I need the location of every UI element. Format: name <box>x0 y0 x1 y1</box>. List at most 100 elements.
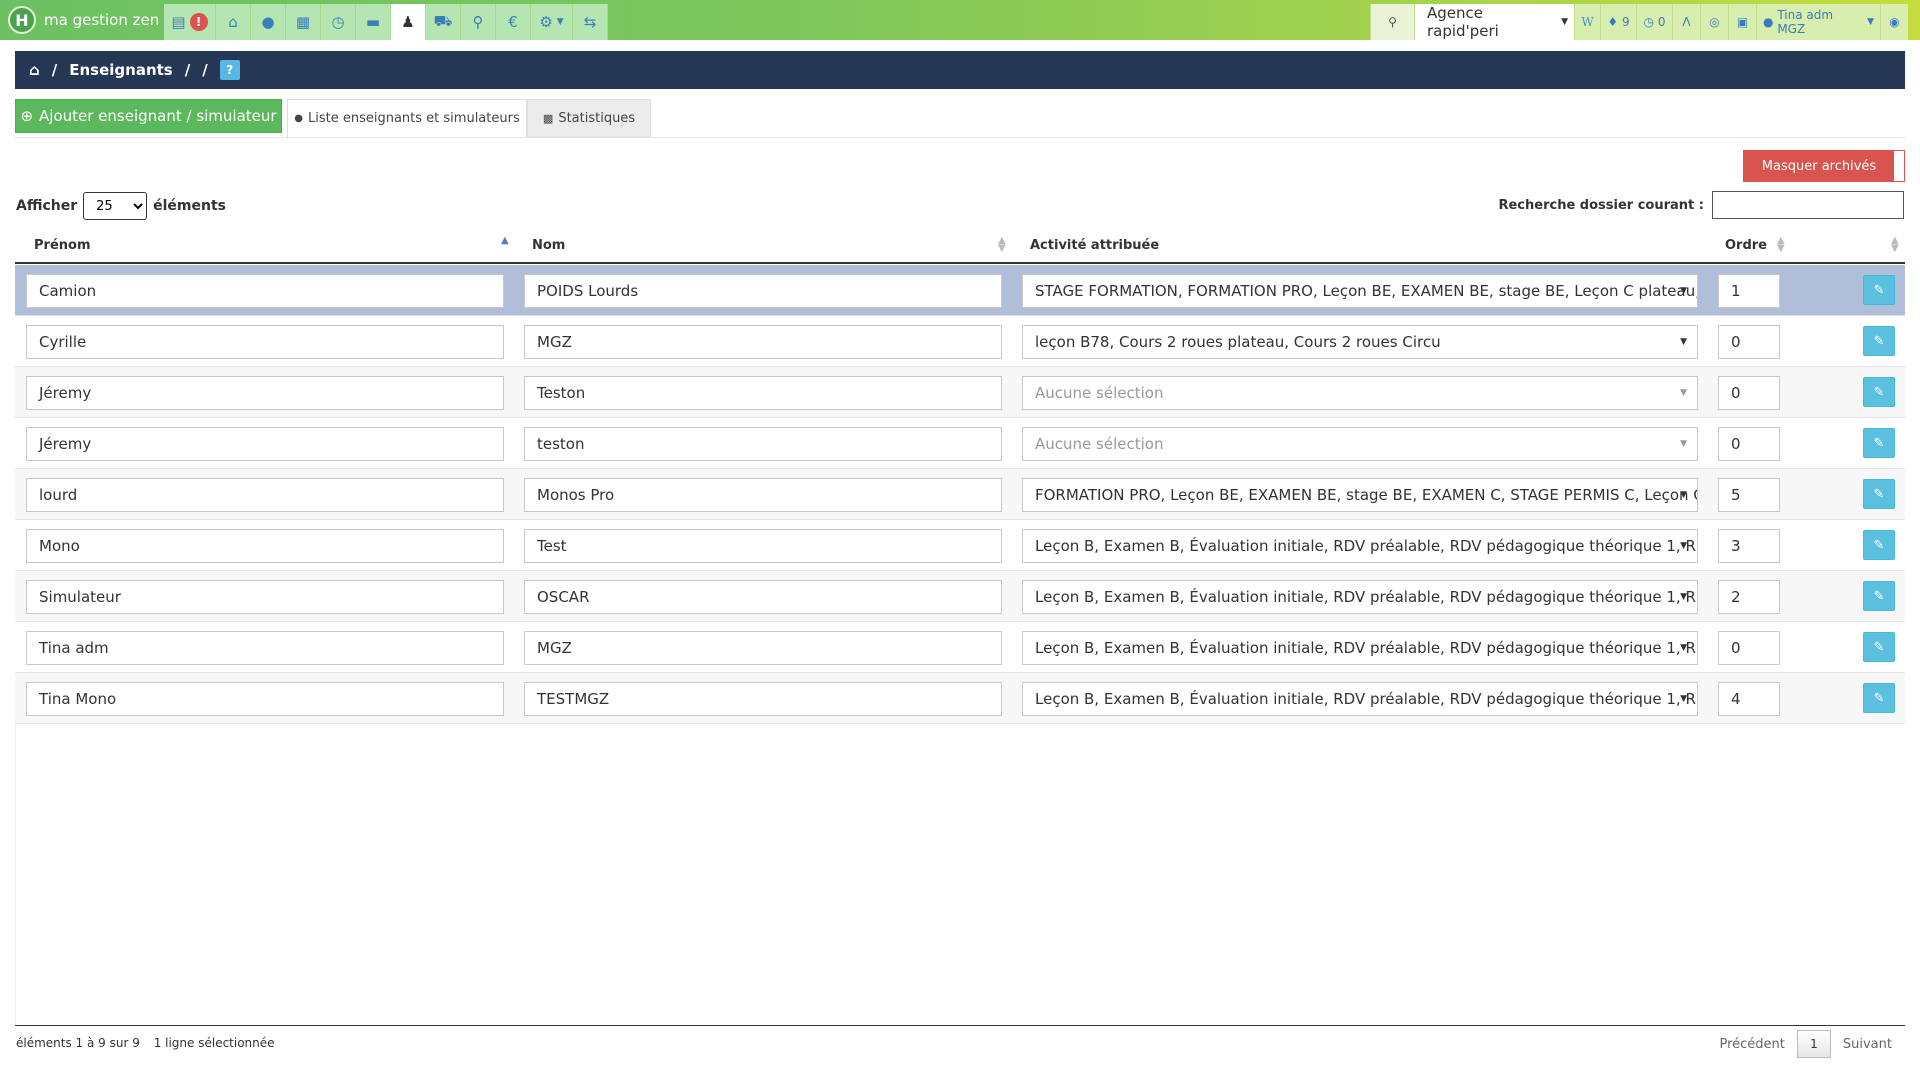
clock-nav-button[interactable]: ◷ <box>321 4 356 40</box>
edit-button[interactable]: ✎ <box>1863 581 1895 611</box>
agency-select[interactable]: Agence rapid'peri ▼ <box>1414 4 1574 40</box>
nom-input[interactable]: MGZ <box>524 631 1002 665</box>
ordre-input[interactable]: 0 <box>1718 325 1780 359</box>
search-input[interactable] <box>1712 191 1904 219</box>
prenom-input[interactable]: Cyrille <box>26 325 504 359</box>
table-row[interactable]: lourd Monos Pro FORMATION PRO, Leçon BE, E… <box>15 469 1905 520</box>
table-row[interactable]: Simulateur OSCAR Leçon B, Examen B, Évalua… <box>15 571 1905 622</box>
activity-select[interactable]: STAGE FORMATION, FORMATION PRO, Leçon BE… <box>1022 274 1698 308</box>
home-icon[interactable]: ⌂ <box>29 61 40 79</box>
edit-button[interactable]: ✎ <box>1863 377 1895 407</box>
ordre-input[interactable]: 3 <box>1718 529 1780 563</box>
column-header-activite[interactable]: Activité attribuée <box>1030 228 1710 262</box>
ordre-input[interactable]: 0 <box>1718 427 1780 461</box>
calendar-nav-button[interactable]: ▦ <box>286 4 321 40</box>
user-menu[interactable]: ● Tina adm MGZ ▼ <box>1756 4 1880 40</box>
edit-button[interactable]: ✎ <box>1863 326 1895 356</box>
home-nav-button[interactable]: ⌂ <box>216 4 251 40</box>
ordre-input[interactable]: 2 <box>1718 580 1780 614</box>
help-icon[interactable]: ? <box>219 60 240 80</box>
notifications-button[interactable]: ♦ 9 <box>1600 4 1636 40</box>
nom-input[interactable]: OSCAR <box>524 580 1002 614</box>
table-row[interactable]: Tina Mono TESTMGZ Leçon B, Examen B, Évalu… <box>15 673 1905 724</box>
table-row[interactable]: Cyrille MGZ leçon B78, Cours 2 roues plate… <box>15 316 1905 367</box>
column-header-ordre[interactable]: Ordre <box>1725 228 1845 262</box>
locations-nav-button[interactable]: ⚲ <box>461 4 496 40</box>
next-page-button[interactable]: Suivant <box>1843 1037 1892 1052</box>
timers-button[interactable]: ◷ 0 <box>1636 4 1672 40</box>
activity-select-value: leçon B78, Cours 2 roues plateau, Cours … <box>1035 333 1441 351</box>
road-button[interactable]: Λ <box>1672 4 1700 40</box>
settings-nav-button[interactable]: ⚙ ▼ <box>531 4 573 40</box>
map-marker-icon: ⚲ <box>1388 15 1397 29</box>
activity-select[interactable]: Leçon B, Examen B, Évaluation initiale, … <box>1022 529 1698 563</box>
previous-page-button[interactable]: Précédent <box>1719 1037 1784 1052</box>
prenom-input[interactable]: Mono <box>26 529 504 563</box>
activity-select[interactable]: leçon B78, Cours 2 roues plateau, Cours … <box>1022 325 1698 359</box>
tab-teacher-list[interactable]: ● Liste enseignants et simulateurs <box>287 99 527 137</box>
nom-input[interactable]: Test <box>524 529 1002 563</box>
prenom-input[interactable]: Jéremy <box>26 427 504 461</box>
page-length-select[interactable]: 25 <box>83 192 148 220</box>
ordre-input[interactable]: 5 <box>1718 478 1780 512</box>
edit-button[interactable]: ✎ <box>1863 530 1895 560</box>
prenom-input[interactable]: Tina adm <box>26 631 504 665</box>
activity-select[interactable]: Leçon B, Examen B, Évaluation initiale, … <box>1022 631 1698 665</box>
nom-input[interactable]: teston <box>524 427 1002 461</box>
activity-select[interactable]: FORMATION PRO, Leçon BE, EXAMEN BE, stag… <box>1022 478 1698 512</box>
table-row[interactable]: Camion POIDS Lourds STAGE FORMATION, FORMA… <box>15 265 1905 316</box>
prenom-input[interactable]: Simulateur <box>26 580 504 614</box>
nom-input[interactable]: TESTMGZ <box>524 682 1002 716</box>
payment-nav-button[interactable]: ▬ <box>356 4 391 40</box>
app-logo[interactable]: H ma gestion zen <box>8 6 159 34</box>
page-button-current[interactable]: 1 <box>1796 1030 1831 1058</box>
tab-statistics[interactable]: ▩ Statistiques <box>527 99 651 137</box>
table-row[interactable]: Jéremy teston Aucune sélection ▼ 0 ✎ <box>15 418 1905 469</box>
edit-button[interactable]: ✎ <box>1863 683 1895 713</box>
news-alerts-button[interactable]: ▤ ! <box>164 4 216 40</box>
activity-select[interactable]: Leçon B, Examen B, Évaluation initiale, … <box>1022 580 1698 614</box>
table-row[interactable]: Jéremy Teston Aucune sélection ▼ 0 ✎ <box>15 367 1905 418</box>
w-button[interactable]: W <box>1574 4 1600 40</box>
nom-input[interactable]: Teston <box>524 376 1002 410</box>
table-row[interactable]: Mono Test Leçon B, Examen B, Évaluation in… <box>15 520 1905 571</box>
nom-input[interactable]: MGZ <box>524 325 1002 359</box>
table-row[interactable]: Tina adm MGZ Leçon B, Examen B, Évaluation… <box>15 622 1905 673</box>
breadcrumb-section[interactable]: Enseignants <box>69 61 172 79</box>
add-teacher-button[interactable]: ⊕ Ajouter enseignant / simulateur <box>15 99 282 133</box>
prenom-input[interactable]: Tina Mono <box>26 682 504 716</box>
hide-archived-button[interactable]: Masquer archivés <box>1743 150 1905 182</box>
top-navbar: H ma gestion zen ▤ ! ⌂ ● ▦ ◷ ▬ ♟ ⛟ ⚲ € ⚙… <box>0 0 1920 40</box>
support-button[interactable]: ◎ <box>1700 4 1728 40</box>
students-nav-button[interactable]: ● <box>251 4 286 40</box>
notifications-count: 9 <box>1621 15 1630 29</box>
finance-nav-button[interactable]: € <box>496 4 531 40</box>
column-header-nom[interactable]: Nom <box>532 228 1022 262</box>
vehicles-nav-button[interactable]: ⛟ <box>426 4 461 40</box>
edit-button[interactable]: ✎ <box>1863 632 1895 662</box>
chat-button[interactable]: ◉ <box>1880 4 1908 40</box>
random-nav-button[interactable]: ⇆ <box>573 4 608 40</box>
ordre-input[interactable]: 0 <box>1718 631 1780 665</box>
activity-select[interactable]: Aucune sélection ▼ <box>1022 427 1698 461</box>
edit-button[interactable]: ✎ <box>1863 275 1895 305</box>
agency-location-button[interactable]: ⚲ <box>1370 4 1414 40</box>
gears-icon: ⚙ <box>539 13 553 31</box>
plus-circle-icon: ⊕ <box>20 107 34 125</box>
camera-button[interactable]: ▣ <box>1728 4 1756 40</box>
prenom-input[interactable]: Camion <box>26 274 504 308</box>
edit-button[interactable]: ✎ <box>1863 428 1895 458</box>
activity-select[interactable]: Aucune sélection ▼ <box>1022 376 1698 410</box>
edit-button[interactable]: ✎ <box>1863 479 1895 509</box>
column-header-prenom[interactable]: Prénom <box>34 228 524 262</box>
ordre-input[interactable]: 4 <box>1718 682 1780 716</box>
prenom-input[interactable]: lourd <box>26 478 504 512</box>
activity-select[interactable]: Leçon B, Examen B, Évaluation initiale, … <box>1022 682 1698 716</box>
ordre-input[interactable]: 0 <box>1718 376 1780 410</box>
nom-input[interactable]: POIDS Lourds <box>524 274 1002 308</box>
prenom-input[interactable]: Jéremy <box>26 376 504 410</box>
table-footer-line <box>15 1025 1905 1026</box>
teachers-nav-button[interactable]: ♟ <box>391 4 426 40</box>
nom-input[interactable]: Monos Pro <box>524 478 1002 512</box>
ordre-input[interactable]: 1 <box>1718 274 1780 308</box>
